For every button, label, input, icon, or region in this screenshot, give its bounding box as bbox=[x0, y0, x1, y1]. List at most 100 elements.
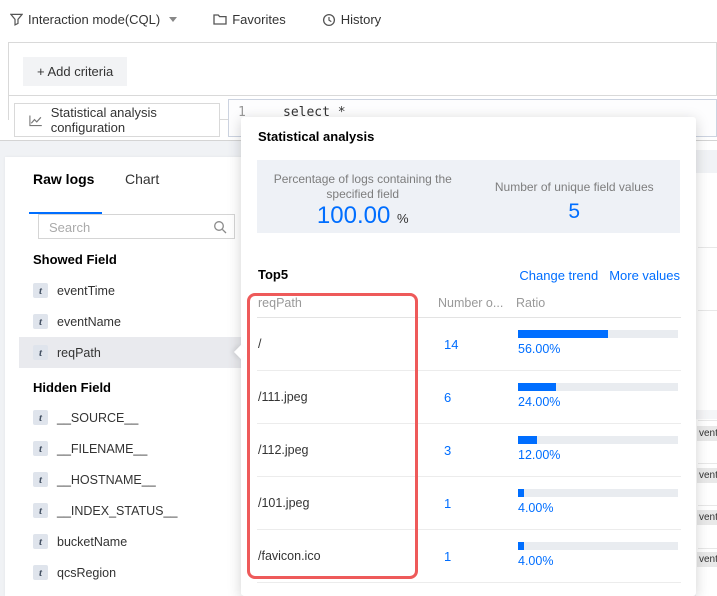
field-row-eventname[interactable]: teventName bbox=[5, 306, 242, 337]
reqpath-value: / bbox=[258, 337, 261, 351]
occluded-event-tag: vent bbox=[697, 552, 717, 567]
ratio-percentage-label: 4.00% bbox=[518, 554, 678, 568]
ratio-bar-fill bbox=[518, 489, 524, 497]
text-type-icon: t bbox=[33, 441, 48, 456]
ratio-percentage-label: 56.00% bbox=[518, 342, 678, 356]
statistical-analysis-popup: Statistical analysis Percentage of logs … bbox=[241, 117, 696, 596]
log-count-link[interactable]: 1 bbox=[444, 549, 451, 564]
log-count-link[interactable]: 3 bbox=[444, 443, 451, 458]
log-count-link[interactable]: 1 bbox=[444, 496, 451, 511]
connector-line-vertical bbox=[8, 95, 9, 120]
field-name-label: eventTime bbox=[57, 284, 115, 298]
occluded-row-line bbox=[698, 463, 717, 464]
occluded-row-band bbox=[696, 410, 717, 419]
ratio-bar-track bbox=[518, 489, 678, 497]
field-search-box[interactable] bbox=[38, 214, 235, 239]
add-criteria-button[interactable]: + Add criteria bbox=[23, 57, 127, 86]
ratio-percentage-label: 24.00% bbox=[518, 395, 678, 409]
panel-tabs: Raw logs Chart bbox=[5, 171, 242, 201]
text-type-icon: t bbox=[33, 534, 48, 549]
text-type-icon: t bbox=[33, 314, 48, 329]
stat-unique-values-value: 5 bbox=[469, 199, 681, 225]
field-name-label: qcsRegion bbox=[57, 566, 116, 580]
top5-table-row: /112.jpeg 3 12.00% bbox=[257, 424, 681, 477]
field-row-reqpath[interactable]: t reqPath bbox=[19, 337, 242, 368]
history-clock-icon bbox=[322, 13, 336, 27]
popup-title: Statistical analysis bbox=[258, 129, 374, 144]
ratio-bar-track bbox=[518, 542, 678, 550]
text-type-icon: t bbox=[33, 345, 48, 360]
favorites-label: Favorites bbox=[232, 12, 285, 27]
reqpath-value: /112.jpeg bbox=[258, 443, 309, 457]
stat-percentage-value: 100.00 % bbox=[257, 203, 469, 232]
field-name-label: reqPath bbox=[57, 346, 101, 360]
interaction-mode-dropdown[interactable]: Interaction mode(CQL) bbox=[10, 12, 177, 27]
field-name-label: __FILENAME__ bbox=[57, 442, 147, 456]
reqpath-value: /101.jpeg bbox=[258, 496, 309, 510]
field-row-filename[interactable]: t __FILENAME__ bbox=[5, 433, 242, 464]
ratio-bar-track bbox=[518, 436, 678, 444]
field-section-heading: Hidden Field bbox=[5, 368, 242, 402]
top5-table-header: reqPath Number o... Ratio bbox=[257, 293, 681, 318]
occluded-row-line bbox=[698, 505, 717, 506]
ratio-bar-fill bbox=[518, 330, 608, 338]
occluded-log-list bbox=[696, 141, 717, 596]
top5-header-row: Top5 Change trend More values bbox=[258, 267, 680, 285]
log-count-link[interactable]: 6 bbox=[444, 390, 451, 405]
top5-rows: / 14 56.00% /111.jpeg 6 24.00% /112.jpeg 3 12.00… bbox=[257, 318, 681, 583]
ratio-cell: 4.00% bbox=[518, 489, 678, 515]
caret-down-icon bbox=[169, 17, 177, 22]
tab-chart[interactable]: Chart bbox=[125, 171, 159, 187]
column-header-ratio: Ratio bbox=[516, 296, 545, 310]
field-row-source[interactable]: t__SOURCE__ bbox=[5, 402, 242, 433]
statistical-analysis-config-button[interactable]: Statistical analysis configuration bbox=[14, 103, 220, 137]
reqpath-value: /111.jpeg bbox=[258, 390, 308, 404]
ratio-cell: 24.00% bbox=[518, 383, 678, 409]
field-sections: Showed FieldteventTimeteventNametreqPath… bbox=[5, 245, 242, 588]
log-count-link[interactable]: 14 bbox=[444, 337, 458, 352]
ratio-percentage-label: 4.00% bbox=[518, 501, 678, 515]
text-type-icon: t bbox=[33, 565, 48, 580]
favorites-button[interactable]: Favorites bbox=[213, 12, 285, 27]
top5-table-row: /favicon.ico14.00% bbox=[257, 530, 681, 583]
more-values-link[interactable]: More values bbox=[609, 268, 680, 283]
ratio-percentage-label: 12.00% bbox=[518, 448, 678, 462]
occluded-event-tag: vent bbox=[697, 468, 717, 483]
field-row-indexstatus[interactable]: t__INDEX_STATUS__ bbox=[5, 495, 242, 526]
interaction-mode-label: Interaction mode(CQL) bbox=[28, 12, 160, 27]
field-row-hostname[interactable]: t__HOSTNAME__ bbox=[5, 464, 242, 495]
history-label: History bbox=[341, 12, 381, 27]
search-criteria-bar: + Add criteria bbox=[8, 42, 717, 96]
occluded-row-line bbox=[698, 247, 717, 248]
stat-percentage: Percentage of logs containing the specif… bbox=[257, 160, 469, 233]
field-section-heading: Showed Field bbox=[5, 245, 242, 275]
connector-line-horizontal bbox=[220, 119, 228, 120]
history-button[interactable]: History bbox=[322, 12, 381, 27]
text-type-icon: t bbox=[33, 472, 48, 487]
tab-raw-logs[interactable]: Raw logs bbox=[33, 171, 94, 187]
top5-table-row: /111.jpeg 6 24.00% bbox=[257, 371, 681, 424]
occluded-row-band bbox=[696, 150, 717, 173]
text-type-icon: t bbox=[33, 410, 48, 425]
ratio-bar-fill bbox=[518, 436, 537, 444]
ratio-cell: 4.00% bbox=[518, 542, 678, 568]
field-name-label: __INDEX_STATUS__ bbox=[57, 504, 177, 518]
change-trend-link[interactable]: Change trend bbox=[519, 268, 598, 283]
stat-unique-values-label: Number of unique field values bbox=[469, 172, 681, 195]
search-icon bbox=[213, 220, 227, 234]
ratio-cell: 56.00% bbox=[518, 330, 678, 356]
field-row-eventtime[interactable]: t eventTime bbox=[5, 275, 242, 306]
field-row-qcsregion[interactable]: t qcsRegion bbox=[5, 557, 242, 588]
statistical-analysis-config-label: Statistical analysis configuration bbox=[51, 105, 219, 135]
column-header-reqpath: reqPath bbox=[258, 296, 302, 310]
summary-stats-panel: Percentage of logs containing the specif… bbox=[257, 160, 680, 233]
top5-links: Change trend More values bbox=[519, 268, 680, 283]
field-search-input[interactable] bbox=[47, 217, 211, 238]
folder-icon bbox=[213, 13, 227, 26]
field-row-bucketname[interactable]: tbucketName bbox=[5, 526, 242, 557]
ratio-bar-fill bbox=[518, 383, 556, 391]
toolbar: Interaction mode(CQL) Favorites History bbox=[10, 12, 381, 27]
ratio-cell: 12.00% bbox=[518, 436, 678, 462]
text-type-icon: t bbox=[33, 283, 48, 298]
ratio-bar-fill bbox=[518, 542, 524, 550]
